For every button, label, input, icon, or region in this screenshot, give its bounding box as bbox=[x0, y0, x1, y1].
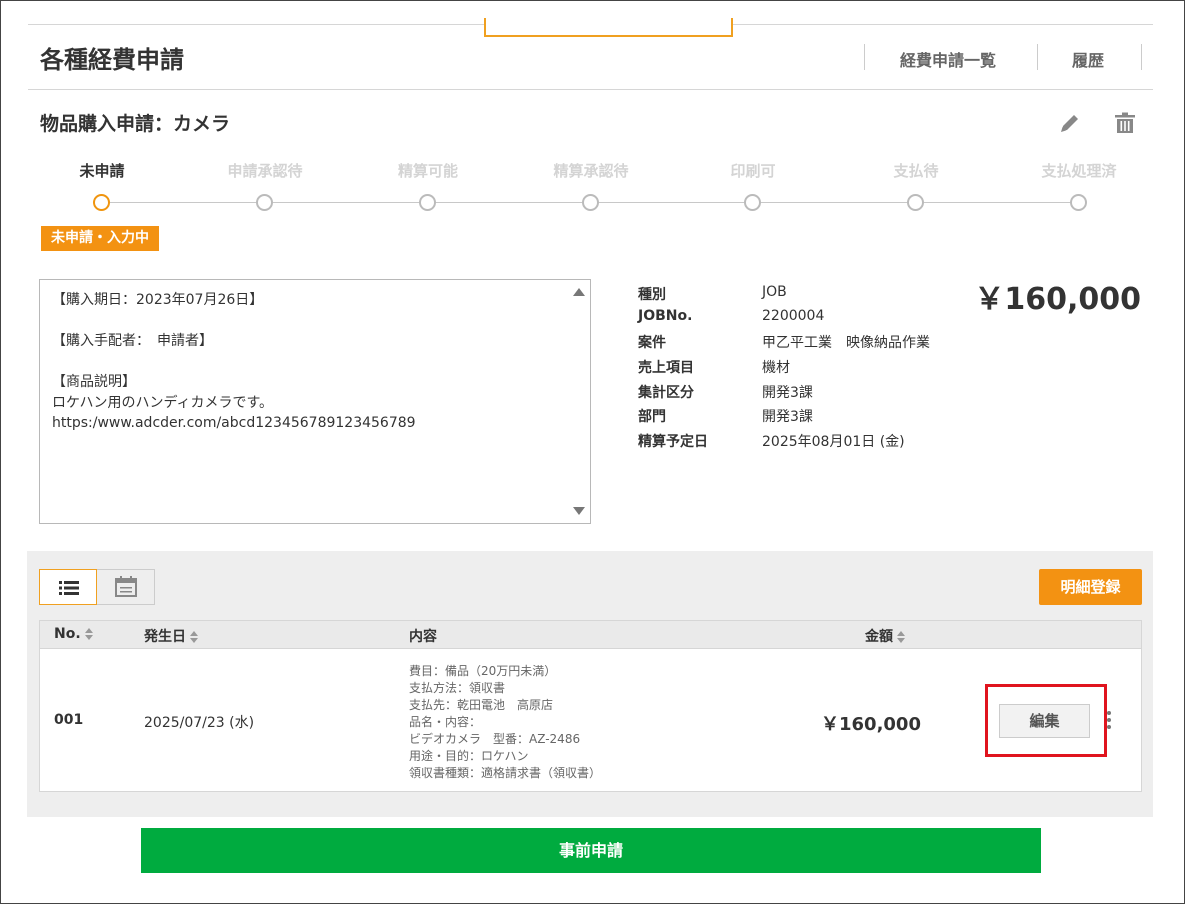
pre-application-button[interactable]: 事前申請 bbox=[141, 828, 1041, 873]
row-content: 費目：備品（20万円未満） 支払方法：領収書 支払先：乾田電池 高原店 品名・内… bbox=[409, 664, 602, 780]
step-label: 印刷可 bbox=[730, 162, 776, 180]
detail-key-type: 種別 bbox=[638, 287, 666, 303]
row-no: 001 bbox=[54, 712, 84, 728]
column-header-content: 内容 bbox=[409, 629, 437, 645]
step-label: 精算可能 bbox=[397, 162, 458, 180]
detail-key-job-no: JOBNo. bbox=[638, 308, 693, 324]
step-dot bbox=[907, 194, 924, 211]
step-dot-current bbox=[93, 194, 110, 211]
column-header-amount[interactable]: 金額 bbox=[865, 626, 905, 646]
row-amount: ￥160,000 bbox=[821, 714, 921, 735]
step-dot bbox=[744, 194, 761, 211]
list-view-button[interactable] bbox=[39, 569, 97, 605]
scroll-down-arrow-icon[interactable] bbox=[573, 507, 585, 515]
detail-value-aggregate: 開発3課 bbox=[762, 385, 813, 401]
table-header: No. 発生日 内容 金額 bbox=[40, 621, 1141, 649]
nav-divider bbox=[864, 44, 865, 70]
scroll-up-arrow-icon[interactable] bbox=[573, 288, 585, 296]
step-dot bbox=[1070, 194, 1087, 211]
detail-key-sales-item: 売上項目 bbox=[638, 360, 694, 376]
detail-key-department: 部門 bbox=[638, 409, 666, 425]
detail-value-type: JOB bbox=[762, 284, 787, 300]
row-date: 2025/07/23 (水) bbox=[144, 715, 255, 731]
page-title: 各種経費申請 bbox=[40, 46, 184, 74]
column-header-no[interactable]: No. bbox=[54, 626, 93, 642]
sort-icon[interactable] bbox=[190, 631, 198, 643]
memo-textarea[interactable]: 【購入期日：2023年07月26日】 【購入手配者： 申請者】 【商品説明】 ロ… bbox=[39, 279, 591, 524]
step-label: 申請承認待 bbox=[227, 162, 303, 180]
memo-text: 【購入期日：2023年07月26日】 【購入手配者： 申請者】 【商品説明】 ロ… bbox=[52, 292, 416, 431]
edit-button[interactable]: 編集 bbox=[999, 704, 1090, 738]
step-dot bbox=[256, 194, 273, 211]
column-header-date[interactable]: 発生日 bbox=[144, 626, 198, 646]
detail-key-aggregate: 集計区分 bbox=[638, 385, 694, 401]
detail-value-job-no: 2200004 bbox=[762, 308, 825, 324]
header-divider bbox=[28, 89, 1153, 90]
status-badge: 未申請・入力中 bbox=[41, 226, 159, 251]
pencil-icon[interactable] bbox=[1057, 110, 1083, 136]
top-tab-indicator bbox=[484, 18, 733, 37]
view-toggle bbox=[39, 569, 155, 605]
detail-value-department: 開発3課 bbox=[762, 409, 813, 425]
step-label: 支払処理済 bbox=[1041, 162, 1117, 180]
trash-icon[interactable] bbox=[1112, 110, 1138, 136]
list-icon bbox=[59, 581, 79, 595]
detail-key-project: 案件 bbox=[638, 335, 666, 351]
step-dot bbox=[582, 194, 599, 211]
detail-key-settlement-date: 精算予定日 bbox=[638, 434, 708, 450]
step-dot bbox=[419, 194, 436, 211]
memo-scrollbar[interactable] bbox=[570, 280, 590, 523]
request-title: 物品購入申請：カメラ bbox=[40, 113, 231, 135]
step-label: 未申請 bbox=[79, 162, 125, 180]
nav-expense-list-link[interactable]: 経費申請一覧 bbox=[900, 47, 996, 71]
nav-divider bbox=[1037, 44, 1038, 70]
detail-value-sales-item: 機材 bbox=[762, 360, 790, 376]
sort-icon[interactable] bbox=[84, 628, 93, 640]
nav-divider bbox=[1141, 44, 1142, 70]
more-options-icon[interactable] bbox=[1106, 711, 1112, 733]
detail-value-settlement-date: 2025年08月01日 (金) bbox=[762, 434, 905, 450]
calendar-view-button[interactable] bbox=[98, 570, 155, 604]
sort-icon[interactable] bbox=[897, 631, 905, 643]
calendar-icon bbox=[115, 576, 137, 597]
total-amount: ￥160,000 bbox=[974, 282, 1141, 317]
register-item-button[interactable]: 明細登録 bbox=[1039, 569, 1142, 605]
step-label: 支払待 bbox=[893, 162, 939, 180]
step-label: 精算承認待 bbox=[553, 162, 629, 180]
items-table: No. 発生日 内容 金額 001 2025/07/23 (水) 費目：備品（2… bbox=[39, 620, 1142, 792]
detail-value-project: 甲乙平工業 映像納品作業 bbox=[762, 335, 930, 351]
nav-history-link[interactable]: 履歴 bbox=[1072, 47, 1104, 71]
